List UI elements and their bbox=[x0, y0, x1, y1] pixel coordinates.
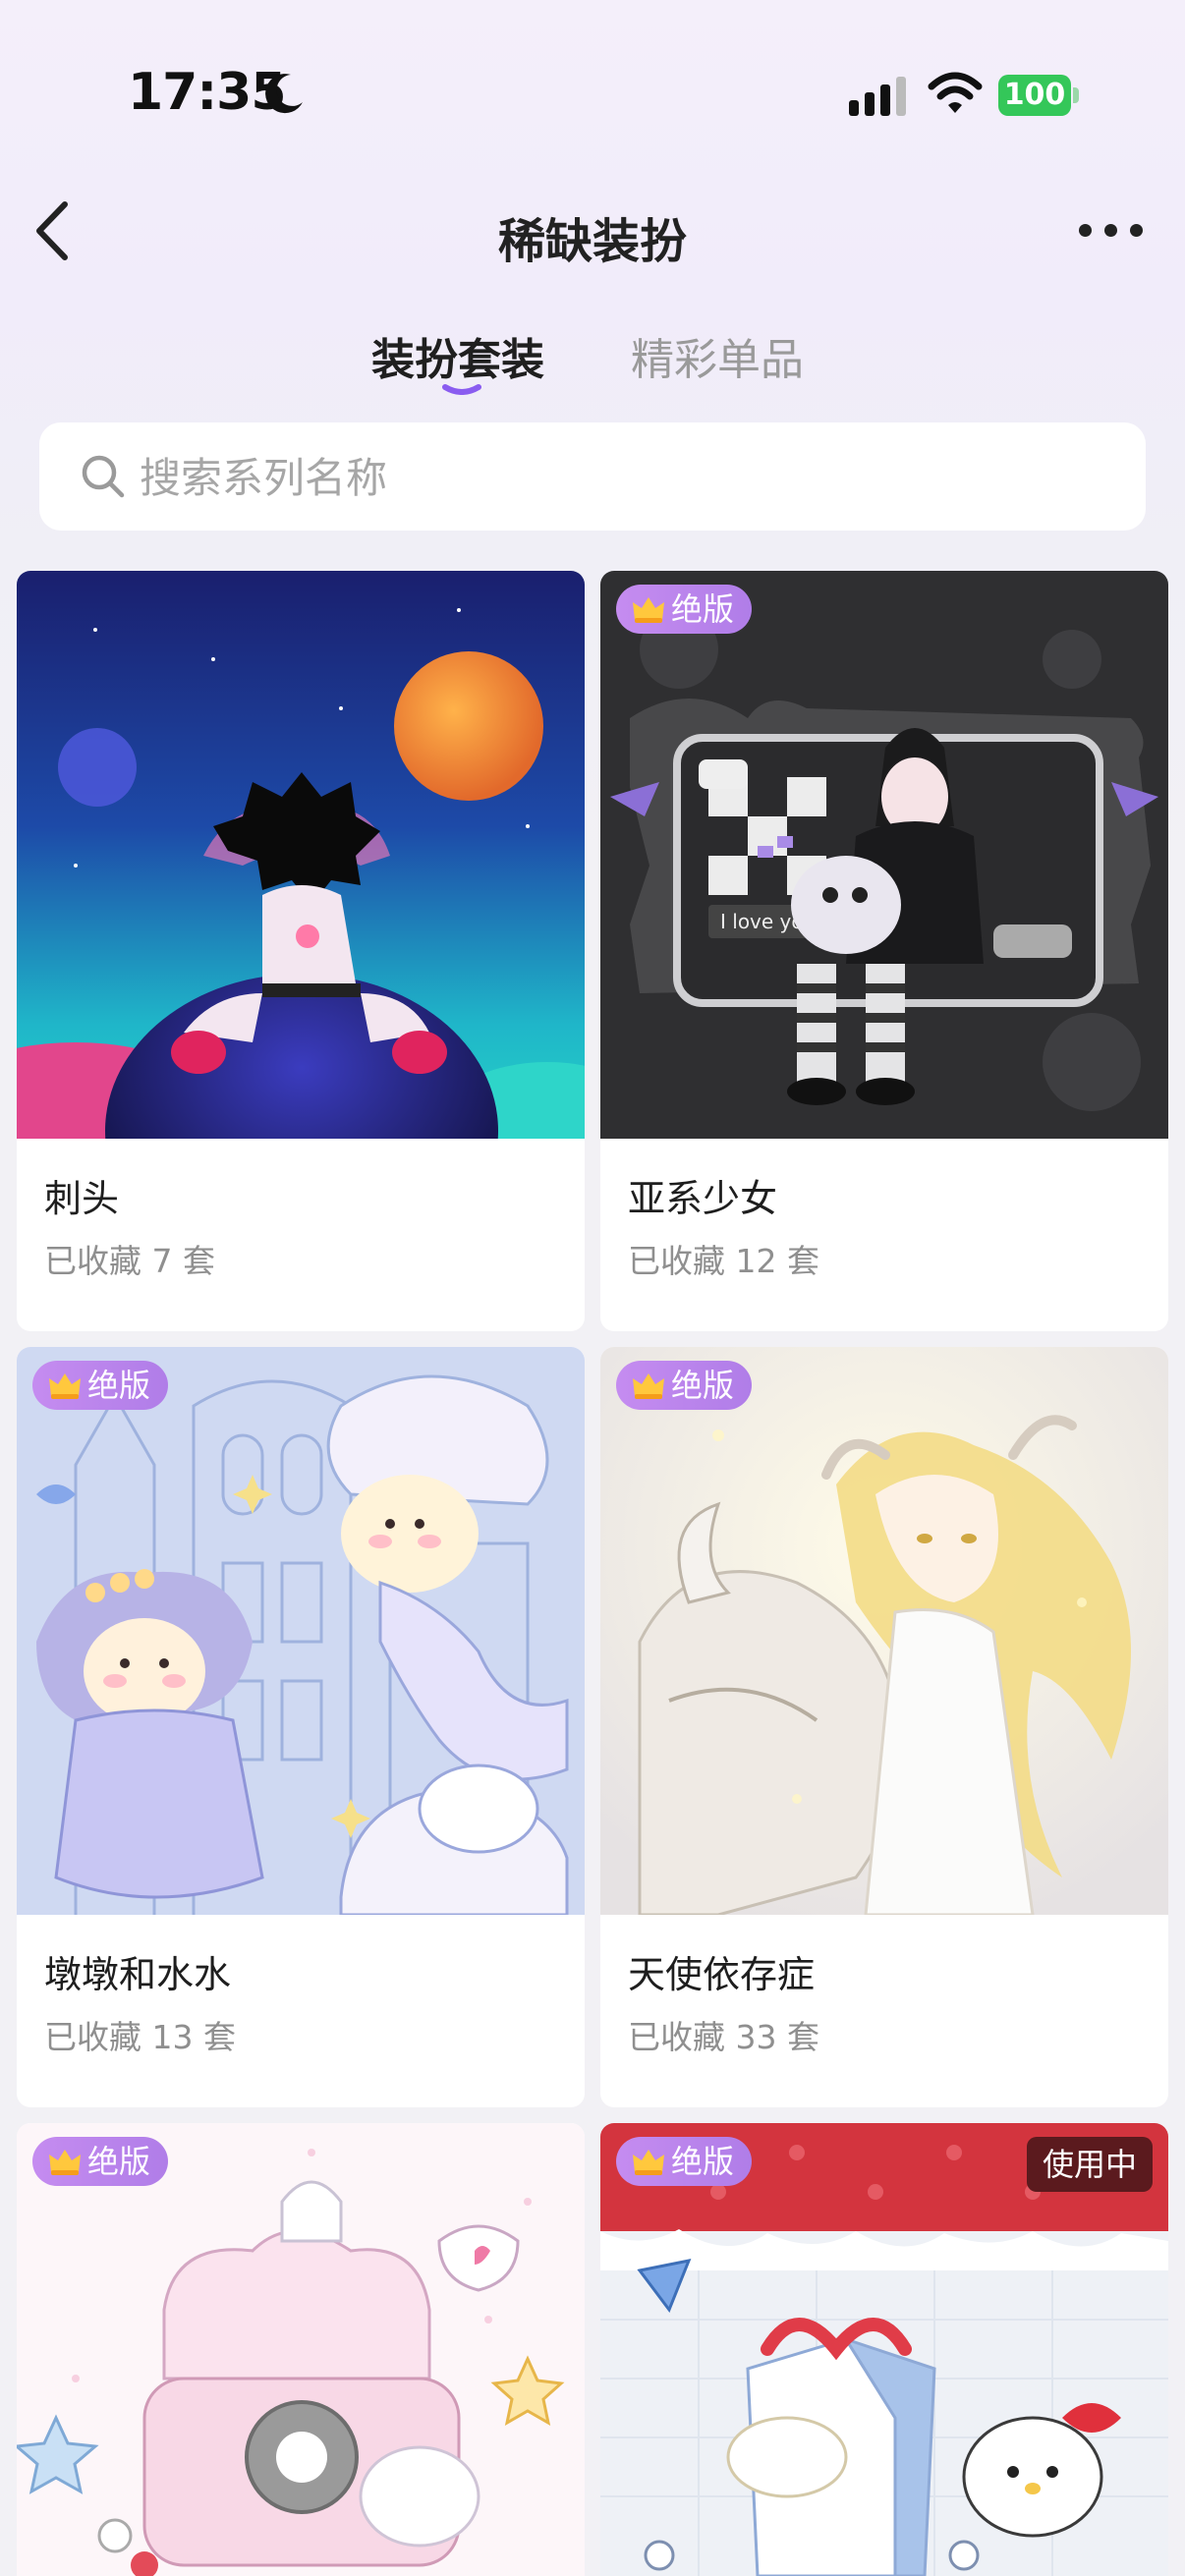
crown-icon bbox=[633, 2150, 664, 2175]
crown-icon bbox=[49, 1373, 81, 1399]
battery-level: 100 bbox=[998, 75, 1071, 116]
status-bar: 17:35 100 bbox=[0, 0, 1185, 187]
card-title: 刺头 bbox=[44, 1177, 120, 1220]
card-collected-count: 已收藏 12 套 bbox=[628, 1242, 819, 1280]
discontinued-badge: 绝版 bbox=[616, 2137, 753, 2186]
card-collected-count: 已收藏 7 套 bbox=[44, 1242, 215, 1280]
card-title: 亚系少女 bbox=[628, 1177, 778, 1220]
tab-outfit-sets[interactable]: 装扮套装 bbox=[371, 324, 544, 387]
card-title: 天使依存症 bbox=[628, 1953, 816, 1996]
card-image: I love you bbox=[600, 571, 1168, 1139]
badge-label: 绝版 bbox=[87, 1367, 151, 1404]
collection-card[interactable]: 绝版 bbox=[17, 2123, 585, 2576]
card-collected-count: 已收藏 33 套 bbox=[628, 2018, 819, 2056]
card-collected-count: 已收藏 13 套 bbox=[44, 2018, 236, 2056]
search-icon bbox=[82, 455, 125, 498]
discontinued-badge: 绝版 bbox=[616, 1361, 753, 1410]
discontinued-badge: 绝版 bbox=[32, 1361, 169, 1410]
crown-icon bbox=[633, 597, 664, 623]
page-title: 稀缺装扮 bbox=[497, 214, 687, 269]
search-input[interactable] bbox=[138, 440, 1026, 515]
discontinued-badge: 绝版 bbox=[32, 2137, 169, 2186]
signal-icon bbox=[849, 77, 906, 116]
more-icon[interactable] bbox=[1077, 210, 1146, 250]
card-image bbox=[17, 1347, 585, 1915]
in-use-badge: 使用中 bbox=[1026, 2137, 1153, 2192]
card-image bbox=[17, 571, 585, 1139]
card-title: 墩墩和水水 bbox=[44, 1953, 232, 1996]
tab-featured-items[interactable]: 精彩单品 bbox=[631, 324, 804, 387]
crown-icon bbox=[633, 1373, 664, 1399]
crown-icon bbox=[49, 2150, 81, 2175]
badge-label: 绝版 bbox=[671, 590, 735, 628]
collection-card[interactable]: 刺头 已收藏 7 套 bbox=[17, 571, 585, 1331]
wifi-icon bbox=[928, 72, 983, 113]
badge-label: 绝版 bbox=[87, 2143, 151, 2180]
collection-card[interactable]: I love you 绝版 亚系少女 已收藏 12 套 bbox=[600, 571, 1168, 1331]
badge-label: 绝版 bbox=[671, 1367, 735, 1404]
badge-label: 绝版 bbox=[671, 2143, 735, 2180]
discontinued-badge: 绝版 bbox=[616, 585, 753, 634]
collection-card[interactable]: 绝版 墩墩和水水 已收藏 13 套 bbox=[17, 1347, 585, 2107]
collection-card[interactable]: 绝版 使用中 bbox=[600, 2123, 1168, 2576]
moon-icon bbox=[265, 74, 303, 114]
card-image bbox=[17, 2123, 585, 2576]
battery-indicator: 100 bbox=[998, 75, 1079, 116]
card-image bbox=[600, 1347, 1168, 1915]
collection-card[interactable]: 绝版 天使依存症 已收藏 33 套 bbox=[600, 1347, 1168, 2107]
search-bar[interactable] bbox=[39, 422, 1146, 531]
tab-indicator bbox=[442, 384, 481, 395]
